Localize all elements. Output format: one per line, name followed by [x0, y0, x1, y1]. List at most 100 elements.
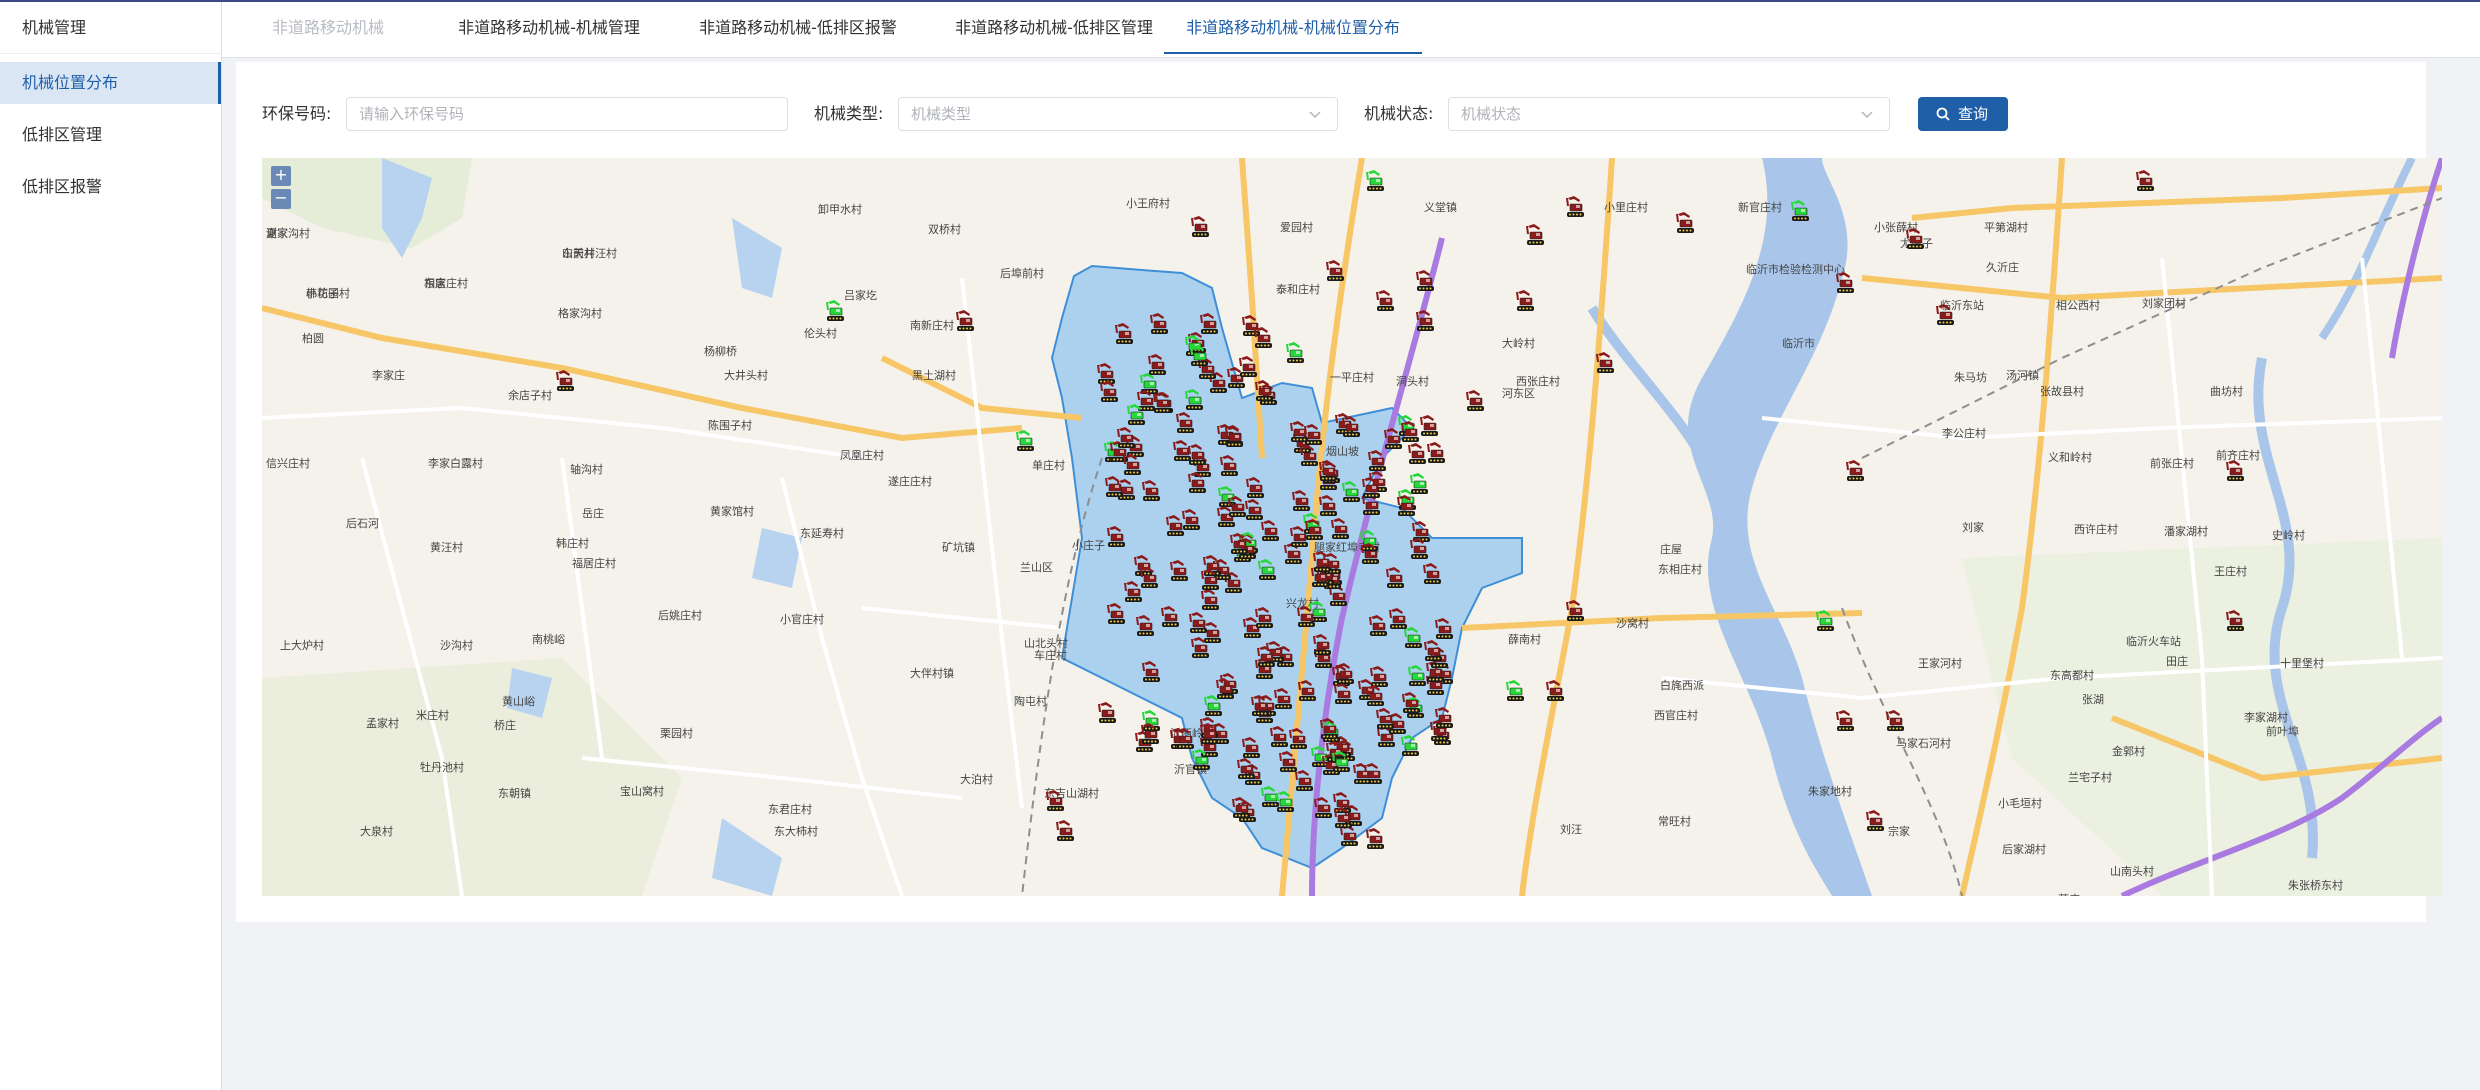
machine-marker-icon[interactable]	[1042, 788, 1068, 814]
machine-marker-icon[interactable]	[1212, 676, 1238, 702]
machine-marker-icon[interactable]	[1362, 168, 1388, 194]
machine-marker-icon[interactable]	[1372, 288, 1398, 314]
machine-marker-icon[interactable]	[552, 368, 578, 394]
machine-marker-icon[interactable]	[1309, 632, 1335, 658]
machine-marker-icon[interactable]	[1094, 700, 1120, 726]
machine-marker-icon[interactable]	[1146, 311, 1172, 337]
machine-marker-icon[interactable]	[1187, 635, 1213, 661]
sidebar-item-machine-location[interactable]: 机械位置分布	[0, 62, 221, 104]
machine-marker-icon[interactable]	[1282, 340, 1308, 366]
machine-marker-icon[interactable]	[1380, 426, 1406, 452]
machine-marker-icon[interactable]	[1328, 749, 1354, 775]
machine-marker-icon[interactable]	[1103, 601, 1129, 627]
machine-marker-icon[interactable]	[1502, 678, 1528, 704]
machine-marker-icon[interactable]	[1932, 302, 1958, 328]
machine-marker-icon[interactable]	[2222, 458, 2248, 484]
machine-marker-icon[interactable]	[1357, 541, 1383, 567]
machine-marker-icon[interactable]	[1221, 424, 1247, 450]
machine-marker-icon[interactable]	[1419, 561, 1445, 587]
machine-marker-icon[interactable]	[1393, 493, 1419, 519]
machine-marker-icon[interactable]	[1315, 493, 1341, 519]
machine-marker-icon[interactable]	[1238, 735, 1264, 761]
machine-marker-icon[interactable]	[1113, 425, 1139, 451]
machine-marker-icon[interactable]	[1166, 558, 1192, 584]
machine-marker-icon[interactable]	[1832, 270, 1858, 296]
machine-marker-icon[interactable]	[1196, 721, 1222, 747]
machine-marker-icon[interactable]	[1162, 513, 1188, 539]
zoom-out-button[interactable]: −	[271, 189, 291, 209]
machine-marker-icon[interactable]	[1103, 524, 1129, 550]
sidebar-item-low-emission-alarm[interactable]: 低排区报警	[0, 166, 221, 208]
machine-marker-icon[interactable]	[1372, 706, 1398, 732]
tab-machine-location[interactable]: 非道路移动机械-机械位置分布	[1164, 2, 1422, 54]
machine-marker-icon[interactable]	[1224, 494, 1250, 520]
machine-marker-icon[interactable]	[1362, 683, 1388, 709]
machine-marker-icon[interactable]	[2132, 168, 2158, 194]
machine-marker-icon[interactable]	[1293, 604, 1319, 630]
machine-marker-icon[interactable]	[1832, 708, 1858, 734]
machine-marker-icon[interactable]	[1397, 733, 1423, 759]
machine-marker-icon[interactable]	[1185, 610, 1211, 636]
machine-marker-icon[interactable]	[1522, 222, 1548, 248]
machine-marker-icon[interactable]	[1862, 808, 1888, 834]
machine-marker-icon[interactable]	[1253, 644, 1279, 670]
machine-marker-icon[interactable]	[1398, 690, 1424, 716]
machine-marker-icon[interactable]	[1412, 268, 1438, 294]
machine-marker-icon[interactable]	[1187, 214, 1213, 240]
machine-marker-icon[interactable]	[1137, 721, 1163, 747]
machine-marker-icon[interactable]	[1197, 567, 1223, 593]
machine-marker-icon[interactable]	[1226, 531, 1252, 557]
machine-marker-icon[interactable]	[1294, 678, 1320, 704]
machine-marker-icon[interactable]	[1902, 226, 1928, 252]
machine-marker-icon[interactable]	[1251, 378, 1277, 404]
machine-marker-icon[interactable]	[1404, 441, 1430, 467]
map-view[interactable]: + − 夏家沟村 韩花园 东天井汪村 相家庄村 卸甲水村 双桥村 小王府村 吕家圪 后埠前村 南新…	[262, 158, 2442, 896]
machine-marker-icon[interactable]	[1310, 795, 1336, 821]
machine-marker-icon[interactable]	[1228, 795, 1254, 821]
machine-marker-icon[interactable]	[1172, 410, 1198, 436]
machine-marker-icon[interactable]	[1322, 258, 1348, 284]
machine-marker-icon[interactable]	[1052, 818, 1078, 844]
zoom-in-button[interactable]: +	[271, 166, 291, 186]
machine-marker-icon[interactable]	[1562, 194, 1588, 220]
machine-marker-icon[interactable]	[1462, 388, 1488, 414]
machine-marker-icon[interactable]	[1012, 428, 1038, 454]
machine-marker-icon[interactable]	[1188, 747, 1214, 773]
machine-marker-icon[interactable]	[1149, 390, 1175, 416]
tab-low-emission-alarm[interactable]: 非道路移动机械-低排区报警	[676, 2, 920, 54]
machine-marker-icon[interactable]	[1420, 638, 1446, 664]
machine-marker-icon[interactable]	[1362, 826, 1388, 852]
machine-marker-icon[interactable]	[1316, 716, 1342, 742]
machine-status-select[interactable]: 机械状态	[1448, 97, 1890, 131]
machine-marker-icon[interactable]	[1138, 659, 1164, 685]
query-button[interactable]: 查询	[1918, 97, 2008, 131]
machine-marker-icon[interactable]	[1332, 661, 1358, 687]
machine-marker-icon[interactable]	[1358, 475, 1384, 501]
machine-marker-icon[interactable]	[1327, 516, 1353, 542]
machine-marker-icon[interactable]	[1096, 379, 1122, 405]
machine-marker-icon[interactable]	[1251, 605, 1277, 631]
machine-marker-icon[interactable]	[1157, 604, 1183, 630]
machine-marker-icon[interactable]	[1272, 789, 1298, 815]
tab-non-road-machinery[interactable]: 非道路移动机械	[258, 2, 398, 54]
machine-marker-icon[interactable]	[1286, 524, 1312, 550]
machine-marker-icon[interactable]	[1431, 705, 1457, 731]
machine-marker-icon[interactable]	[1101, 474, 1127, 500]
machine-marker-icon[interactable]	[1512, 288, 1538, 314]
machine-marker-icon[interactable]	[1216, 453, 1242, 479]
machine-marker-icon[interactable]	[1592, 350, 1618, 376]
machine-marker-icon[interactable]	[952, 308, 978, 334]
machine-marker-icon[interactable]	[1365, 613, 1391, 639]
env-code-input[interactable]	[346, 97, 788, 131]
machine-marker-icon[interactable]	[1300, 422, 1326, 448]
machine-marker-icon[interactable]	[1562, 598, 1588, 624]
machine-marker-icon[interactable]	[1186, 343, 1212, 369]
machine-marker-icon[interactable]	[1288, 488, 1314, 514]
machine-marker-icon[interactable]	[1812, 608, 1838, 634]
machine-marker-icon[interactable]	[1412, 308, 1438, 334]
machine-marker-icon[interactable]	[1309, 549, 1335, 575]
machine-marker-icon[interactable]	[1542, 678, 1568, 704]
machine-marker-icon[interactable]	[2222, 608, 2248, 634]
machine-marker-icon[interactable]	[1184, 442, 1210, 468]
machine-marker-icon[interactable]	[1787, 198, 1813, 224]
